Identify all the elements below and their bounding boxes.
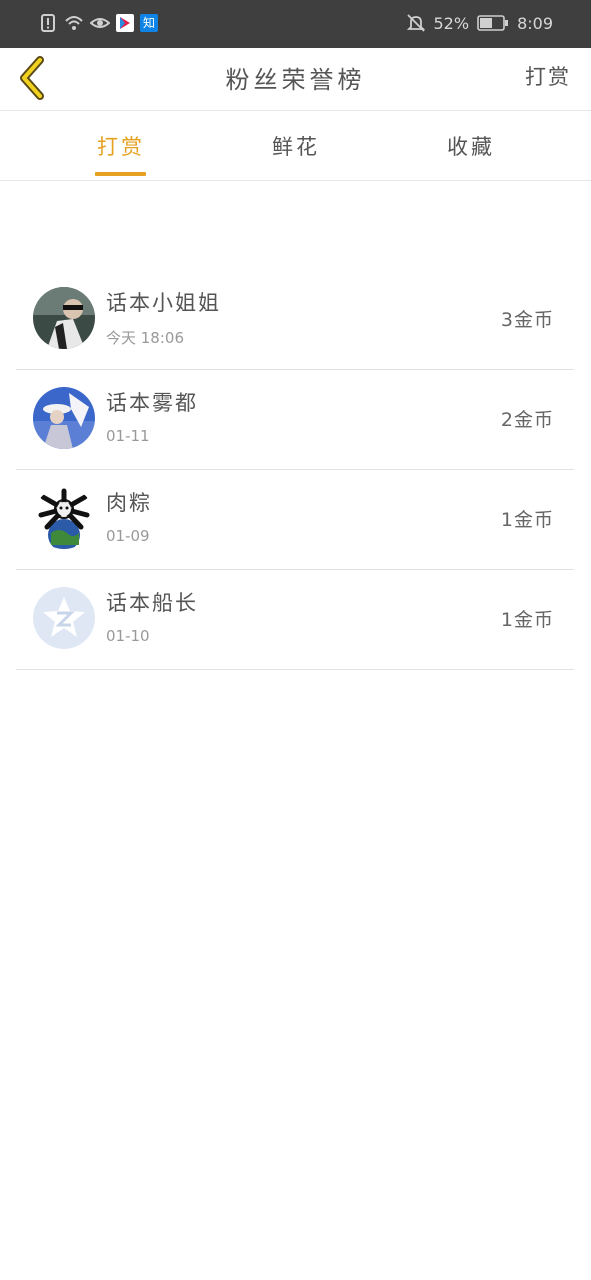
mute-icon <box>406 14 425 32</box>
tip-button[interactable]: 打赏 <box>525 61 571 91</box>
nav-bar: 粉丝荣誉榜 打赏 <box>0 48 591 111</box>
zhihu-icon: 知 <box>140 14 158 32</box>
list-item[interactable]: 话本小姐姐 今天 18:06 3金币 <box>16 269 574 370</box>
avatar <box>33 287 95 349</box>
alert-icon <box>41 14 55 32</box>
tip-date: 01-09 <box>106 527 150 545</box>
coin-amount: 1金币 <box>500 509 554 531</box>
coin-amount: 2金币 <box>500 409 554 431</box>
tip-date: 01-10 <box>106 627 150 645</box>
tab-flowers[interactable]: 鲜花 <box>236 131 356 161</box>
active-tab-indicator <box>95 172 146 176</box>
status-bar: 知 52% 8:09 <box>0 0 591 48</box>
clock: 8:09 <box>517 13 553 33</box>
tab-favorites[interactable]: 收藏 <box>411 131 531 161</box>
eye-icon <box>90 18 110 28</box>
tip-date: 今天 18:06 <box>106 329 184 347</box>
page-title: 粉丝荣誉榜 <box>225 66 366 94</box>
avatar <box>33 387 95 449</box>
app-icon <box>116 14 134 32</box>
fan-name: 话本雾都 <box>106 391 198 415</box>
battery-percent: 52% <box>433 13 470 33</box>
fan-name: 话本船长 <box>106 591 198 615</box>
tab-tip[interactable]: 打赏 <box>61 131 181 161</box>
list-item[interactable]: 话本雾都 01-11 2金币 <box>16 369 574 470</box>
avatar <box>33 487 95 549</box>
tab-bar: 打赏 鲜花 收藏 <box>0 111 591 181</box>
list-item[interactable]: 话本船长 01-10 1金币 <box>16 569 574 670</box>
wifi-icon <box>65 16 83 30</box>
avatar <box>33 587 95 649</box>
status-left-icons: 知 <box>38 13 158 33</box>
battery-icon <box>477 15 509 31</box>
list-item[interactable]: 肉粽 01-09 1金币 <box>16 469 574 570</box>
coin-amount: 1金币 <box>500 609 554 631</box>
fan-name: 肉粽 <box>106 491 152 515</box>
tip-date: 01-11 <box>106 427 150 445</box>
fan-name: 话本小姐姐 <box>106 291 221 315</box>
coin-amount: 3金币 <box>500 309 554 331</box>
status-right-icons: 52% 8:09 <box>406 13 553 33</box>
